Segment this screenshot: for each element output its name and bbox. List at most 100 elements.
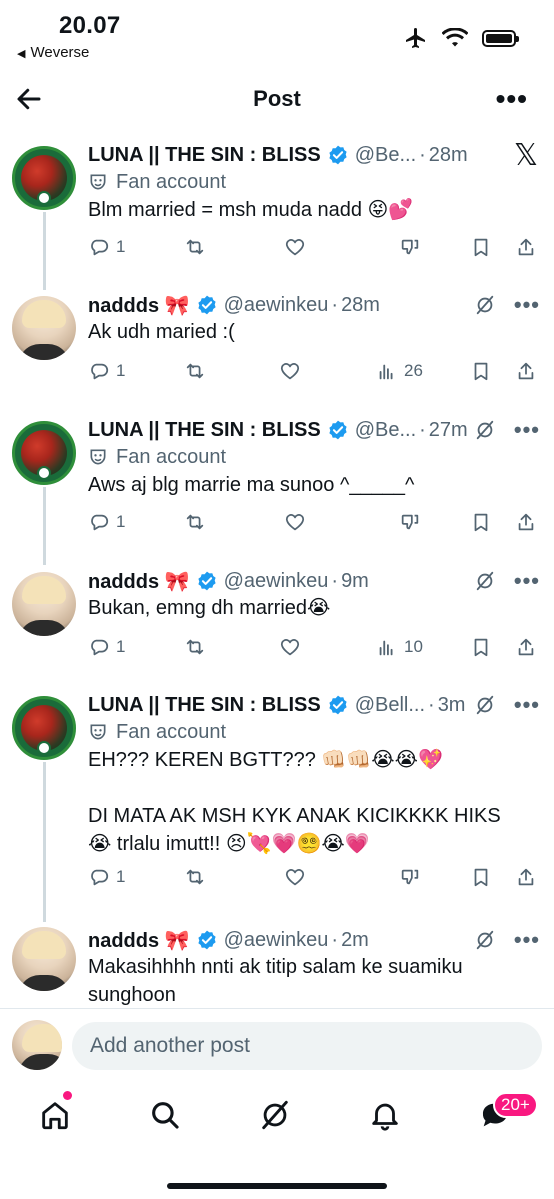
fan-account-text: Fan account	[116, 170, 227, 193]
more-options-button[interactable]: •••	[496, 85, 528, 113]
post-more-button[interactable]: •••	[514, 692, 540, 718]
home-notification-dot	[63, 1091, 72, 1100]
status-icons	[404, 26, 519, 50]
post-time: 27m	[428, 418, 468, 441]
author-name[interactable]: naddds 🎀	[88, 928, 190, 953]
repost-icon	[186, 514, 204, 530]
reply-icon	[91, 639, 109, 656]
grok-icon[interactable]	[474, 694, 496, 716]
grok-icon[interactable]	[474, 419, 496, 441]
thread-post[interactable]: naddds 🎀 @aewinkeu · 9m ••• Bukan, emng …	[0, 566, 554, 706]
author-name[interactable]: LUNA || THE SIN : BLISS	[88, 419, 321, 442]
post-more-button[interactable]: •••	[514, 927, 540, 953]
x-logo-icon: 𝕏	[513, 138, 538, 172]
page-title: Post	[253, 86, 301, 111]
author-avatar[interactable]	[12, 296, 76, 360]
like-button[interactable]	[284, 234, 306, 260]
reply-count: 1	[116, 512, 126, 531]
dislike-icon	[401, 869, 419, 885]
like-button[interactable]	[284, 864, 306, 890]
share-icon	[518, 868, 534, 886]
reply-count: 1	[116, 637, 126, 656]
back-to-app-link[interactable]: ◀ Weverse	[17, 44, 89, 61]
bookmark-button[interactable]	[470, 864, 492, 890]
reply-input[interactable]: Add another post	[72, 1022, 542, 1070]
like-button[interactable]	[284, 509, 306, 535]
post-more-button[interactable]: •••	[514, 417, 540, 443]
composer-divider	[0, 1008, 554, 1009]
views-icon	[379, 640, 393, 656]
tab-notifications[interactable]	[368, 1098, 404, 1134]
separator-dot: ·	[428, 693, 435, 716]
repost-button[interactable]	[184, 634, 206, 660]
views-button[interactable]: 10	[376, 634, 423, 660]
heart-icon	[285, 239, 305, 256]
separator-dot: ·	[419, 418, 426, 441]
views-icon	[379, 364, 393, 380]
thread-post[interactable]: LUNA || THE SIN : BLISS @Be... · 28m 𝕏 F…	[0, 138, 554, 280]
fan-account-mask-icon	[90, 724, 106, 740]
share-button[interactable]	[515, 509, 537, 535]
bookmark-button[interactable]	[470, 234, 492, 260]
author-name[interactable]: naddds 🎀	[88, 569, 190, 594]
post-more-button[interactable]: •••	[514, 568, 540, 594]
repost-button[interactable]	[184, 509, 206, 535]
author-handle: @Bell...	[354, 693, 426, 716]
tab-search[interactable]	[148, 1098, 184, 1134]
bookmark-button[interactable]	[470, 634, 492, 660]
tab-grok[interactable]	[258, 1098, 294, 1134]
dislike-button[interactable]	[399, 234, 421, 260]
post-actions: 1	[88, 234, 540, 260]
reply-icon	[91, 363, 109, 380]
grok-icon[interactable]	[474, 929, 496, 951]
view-count: 10	[404, 637, 423, 656]
top-header: Post •••	[0, 76, 554, 122]
repost-icon	[186, 869, 204, 885]
tab-home[interactable]	[38, 1098, 74, 1134]
author-avatar[interactable]	[12, 146, 76, 210]
bookmark-button[interactable]	[470, 358, 492, 384]
reply-button[interactable]: 1	[88, 234, 125, 260]
thread-post[interactable]: naddds 🎀 @aewinkeu · 28m ••• Ak udh mari…	[0, 290, 554, 430]
author-name[interactable]: naddds 🎀	[88, 293, 190, 318]
post-text: EH??? KEREN BGTT??? 👊🏻👊🏻😭😭💖 DI MATA AK M…	[88, 749, 501, 855]
heart-icon	[285, 514, 305, 531]
post-text: Bukan, emng dh married😭	[88, 597, 331, 619]
search-icon	[152, 1102, 179, 1129]
dislike-button[interactable]	[399, 509, 421, 535]
author-avatar[interactable]	[12, 421, 76, 485]
dislike-button[interactable]	[399, 864, 421, 890]
author-name[interactable]: LUNA || THE SIN : BLISS	[88, 144, 321, 167]
status-time: 20.07	[59, 12, 121, 39]
author-avatar[interactable]	[12, 696, 76, 760]
reply-button[interactable]: 1	[88, 634, 125, 660]
share-button[interactable]	[515, 234, 537, 260]
post-more-button[interactable]: •••	[514, 292, 540, 318]
thread-post[interactable]: LUNA || THE SIN : BLISS @Bell... · 3m ••…	[0, 690, 554, 887]
reply-button[interactable]: 1	[88, 358, 125, 384]
repost-button[interactable]	[184, 864, 206, 890]
like-button[interactable]	[279, 634, 301, 660]
share-button[interactable]	[515, 634, 537, 660]
share-button[interactable]	[515, 864, 537, 890]
grok-icon[interactable]	[474, 294, 496, 316]
thread-post[interactable]: LUNA || THE SIN : BLISS @Be... · 27m •••…	[0, 415, 554, 555]
repost-button[interactable]	[184, 234, 206, 260]
author-avatar[interactable]	[12, 927, 76, 991]
post-time: 28m	[428, 143, 468, 166]
repost-button[interactable]	[184, 358, 206, 384]
wifi-icon	[442, 28, 468, 47]
author-name[interactable]: LUNA || THE SIN : BLISS	[88, 694, 321, 717]
post-time: 3m	[437, 693, 466, 716]
fan-account-mask-icon	[90, 174, 106, 190]
grok-icon[interactable]	[474, 570, 496, 592]
fan-account-label: Fan account	[88, 445, 226, 469]
reply-button[interactable]: 1	[88, 864, 125, 890]
like-button[interactable]	[279, 358, 301, 384]
bookmark-button[interactable]	[470, 509, 492, 535]
reply-button[interactable]: 1	[88, 509, 125, 535]
share-button[interactable]	[515, 358, 537, 384]
author-handle: @aewinkeu	[223, 928, 329, 951]
author-avatar[interactable]	[12, 572, 76, 636]
views-button[interactable]: 26	[376, 358, 423, 384]
